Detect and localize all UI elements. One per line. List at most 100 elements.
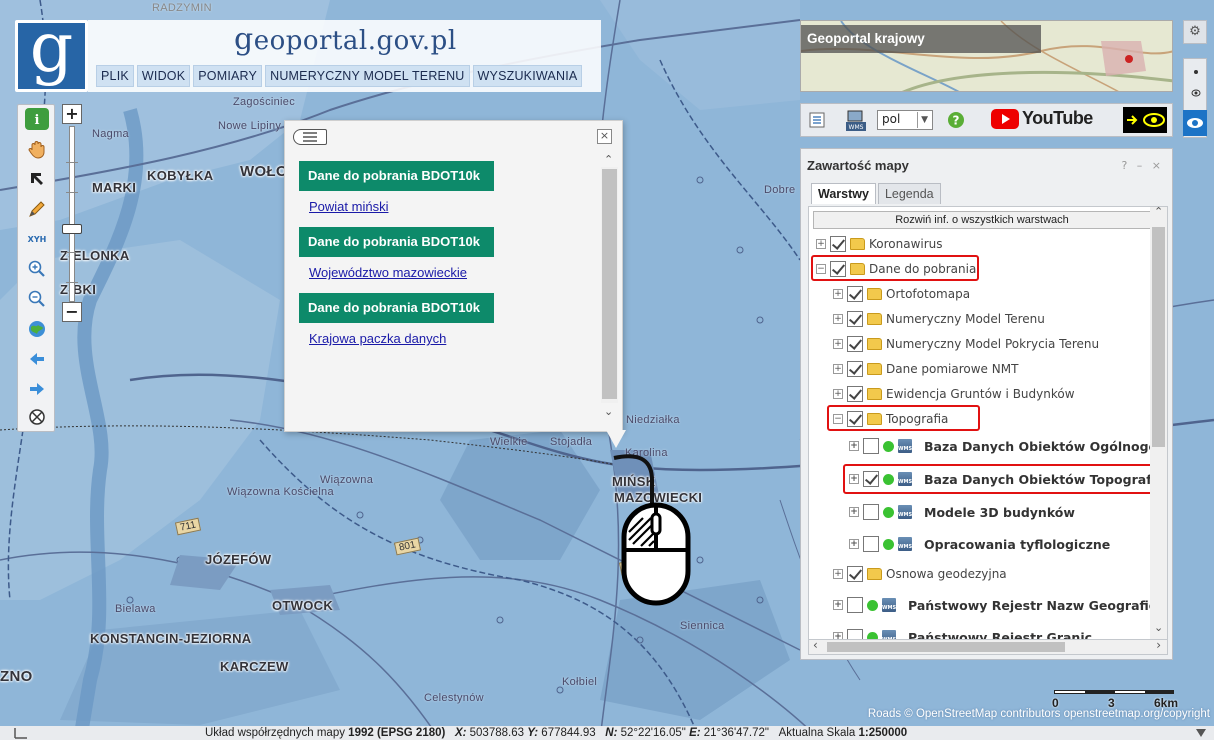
link-krajowa-paczka[interactable]: Krajowa paczka danych [309, 331, 589, 346]
layers-horizontal-scrollbar[interactable]: ‹ › [808, 638, 1168, 655]
layer-row[interactable]: + Osnowa geodezyjna [833, 563, 1007, 585]
wms-service-icon[interactable]: WMS [845, 110, 867, 132]
layer-row[interactable]: + WMS Państwowy Rejestr Granic [833, 626, 1092, 639]
legend-list-icon[interactable] [809, 112, 825, 128]
expand-all-info-button[interactable]: Rozwiń inf. o wszystkich warstwach [813, 211, 1151, 229]
back-arrow-icon[interactable] [25, 348, 49, 370]
expand-plus-icon[interactable]: + [833, 314, 843, 324]
zoom-minus-button[interactable]: − [62, 302, 82, 322]
scroll-up-icon[interactable]: ⌃ [604, 153, 613, 166]
chevron-down-icon[interactable] [1196, 729, 1206, 737]
scroll-left-icon[interactable]: ‹ [813, 638, 818, 652]
xyh-coordinates-icon[interactable]: XYH [25, 228, 49, 250]
scroll-right-icon[interactable]: › [1156, 638, 1161, 652]
settings-gear-icon[interactable]: ⚙ [1183, 20, 1207, 44]
zoom-track[interactable] [69, 126, 75, 302]
panel-window-controls[interactable]: ? – × [1121, 159, 1164, 172]
expand-plus-icon[interactable]: + [833, 569, 843, 579]
expand-plus-icon[interactable]: + [833, 289, 843, 299]
layer-visibility-checkbox[interactable] [847, 386, 863, 402]
info-icon[interactable]: i [25, 108, 49, 130]
zoom-plus-button[interactable]: + [62, 104, 82, 124]
expand-plus-icon[interactable]: + [816, 239, 826, 249]
layer-row[interactable]: + Koronawirus [816, 233, 943, 255]
draw-pencil-icon[interactable] [25, 198, 49, 220]
scroll-down-icon[interactable]: ⌄ [1154, 621, 1163, 634]
expand-plus-icon[interactable]: + [833, 600, 843, 610]
menu-plik[interactable]: PLIK [96, 65, 134, 87]
clear-cross-circle-icon[interactable] [25, 406, 49, 428]
language-select[interactable]: pol ▼ [877, 110, 933, 130]
tab-legenda[interactable]: Legenda [877, 183, 941, 204]
download-bdot10k-button[interactable]: Dane do pobrania BDOT10k [299, 161, 494, 191]
expand-plus-icon[interactable]: + [833, 339, 843, 349]
select-arrow-icon[interactable] [25, 168, 49, 190]
expand-plus-icon[interactable]: + [849, 539, 859, 549]
layers-vertical-scrollbar[interactable]: ⌃ ⌄ [1150, 207, 1167, 639]
expand-plus-icon[interactable]: + [849, 441, 859, 451]
zoom-handle[interactable] [62, 224, 82, 234]
layer-visibility-checkbox[interactable] [847, 597, 863, 613]
layer-visibility-checkbox[interactable] [847, 361, 863, 377]
small-eye-icon[interactable] [1191, 89, 1201, 97]
menu-widok[interactable]: WIDOK [136, 65, 191, 87]
layer-visibility-checkbox[interactable] [830, 236, 846, 252]
popup-collapse-button[interactable] [293, 129, 327, 145]
layer-visibility-checkbox[interactable] [863, 504, 879, 520]
layer-row[interactable]: + WMS Modele 3D budynków [849, 501, 1075, 523]
zoom-out-icon[interactable] [25, 288, 49, 310]
globe-icon[interactable] [25, 318, 49, 340]
layer-row[interactable]: + Ortofotomapa [833, 283, 970, 305]
scroll-up-icon[interactable]: ⌃ [1154, 207, 1163, 218]
pan-hand-icon[interactable] [25, 138, 49, 160]
svg-text:i: i [35, 113, 40, 128]
expand-plus-icon[interactable]: + [833, 364, 843, 374]
accessibility-contrast-button[interactable] [1123, 107, 1167, 133]
link-powiat-minski[interactable]: Powiat miński [309, 199, 589, 214]
forward-arrow-icon[interactable] [25, 378, 49, 400]
overview-minimap[interactable]: Geoportal krajowy [800, 20, 1173, 92]
layer-visibility-checkbox[interactable] [847, 286, 863, 302]
menu-wyszukiwania[interactable]: WYSZUKIWANIA [472, 65, 583, 87]
layer-row[interactable]: + Numeryczny Model Terenu [833, 308, 1045, 330]
scale-value[interactable]: 1:250000 [859, 727, 908, 739]
menu-pomiary[interactable]: POMIARY [193, 65, 263, 87]
zoom-in-icon[interactable] [25, 258, 49, 280]
menu-nmt[interactable]: NUMERYCZNY MODEL TERENU [265, 65, 470, 87]
download-bdot10k-button[interactable]: Dane do pobrania BDOT10k [299, 227, 494, 257]
expand-plus-icon[interactable]: + [849, 507, 859, 517]
scroll-down-icon[interactable]: ⌄ [604, 405, 613, 418]
layer-row[interactable]: + WMS Baza Danych Obiektów Ogólnogeog [849, 435, 1167, 457]
download-bdot10k-button[interactable]: Dane do pobrania BDOT10k [299, 293, 494, 323]
tab-warstwy[interactable]: Warstwy [811, 183, 876, 204]
layer-label: Dane pomiarowe NMT [886, 362, 1019, 376]
link-wojewodztwo-mazowieckie[interactable]: Województwo mazowieckie [309, 265, 589, 280]
layers-hscroll-thumb[interactable] [827, 642, 1065, 652]
popup-scroll-thumb[interactable] [602, 169, 617, 399]
expand-plus-icon[interactable]: + [833, 389, 843, 399]
layer-visibility-checkbox[interactable] [847, 311, 863, 327]
layer-row[interactable]: + Numeryczny Model Pokrycia Terenu [833, 333, 1099, 355]
corner-resize-icon[interactable] [14, 727, 28, 739]
geoportal-logo[interactable]: g [15, 15, 88, 92]
youtube-link[interactable]: YouTube [991, 108, 1093, 129]
layer-visibility-checkbox[interactable] [847, 566, 863, 582]
layers-scroll-thumb[interactable] [1152, 227, 1165, 447]
help-icon[interactable]: ? [947, 111, 965, 129]
layer-row[interactable]: + WMS Państwowy Rejestr Nazw Geograficzny [833, 594, 1167, 616]
dot-icon[interactable] [1193, 69, 1199, 75]
popup-scrollbar[interactable]: ⌃ ⌄ [601, 151, 618, 421]
coord-system-value[interactable]: 1992 (EPSG 2180) [348, 727, 445, 739]
layer-row[interactable]: + Ewidencja Gruntów i Budynków [833, 383, 1075, 405]
layer-row[interactable]: + WMS Opracowania tyflologiczne [849, 533, 1110, 555]
layer-visibility-checkbox[interactable] [863, 438, 879, 454]
visibility-eye-button[interactable] [1183, 110, 1207, 136]
popup-close-button[interactable]: × [597, 129, 612, 144]
map-attribution[interactable]: Roads © OpenStreetMap contributors opens… [868, 708, 1210, 720]
layer-row[interactable]: + Dane pomiarowe NMT [833, 358, 1018, 380]
layer-visibility-checkbox[interactable] [863, 536, 879, 552]
expand-plus-icon[interactable]: + [833, 632, 843, 639]
layer-visibility-checkbox[interactable] [847, 629, 863, 639]
zoom-slider[interactable]: + − [57, 102, 87, 328]
layer-visibility-checkbox[interactable] [847, 336, 863, 352]
